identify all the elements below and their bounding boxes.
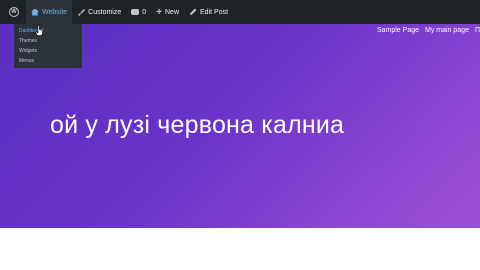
menu-item-themes[interactable]: Themes [14,36,82,46]
new-label: New [165,8,180,16]
hand-cursor-icon [35,25,43,36]
site-name-menu[interactable]: Website [26,0,73,24]
primary-navigation: Sample Page My main page П [377,27,480,34]
hero-title: ой у лузі червона калниа [50,111,345,139]
edit-post-link[interactable]: Edit Post [184,0,233,24]
wp-logo-menu[interactable]: W [4,0,26,24]
nav-item-truncated[interactable]: П [475,27,480,34]
menu-item-dashboard[interactable]: Dashboard [14,26,82,36]
nav-my-main-page[interactable]: My main page [425,27,469,34]
comments-count: 0 [142,8,147,16]
wordpress-logo-icon: W [9,7,19,17]
browser-viewport: W Website Customize 0 + New Edit Post Da… [0,0,480,228]
home-icon [31,8,39,16]
new-content-menu[interactable]: + New [151,0,184,24]
customize-link[interactable]: Customize [72,0,126,24]
brush-icon [78,9,86,16]
admin-bar: W Website Customize 0 + New Edit Post [0,0,480,24]
comment-icon [131,9,140,15]
menu-item-widgets[interactable]: Widgets [14,46,82,56]
pencil-icon [190,8,197,15]
site-name-label: Website [42,8,68,16]
comments-link[interactable]: 0 [126,0,151,24]
nav-sample-page[interactable]: Sample Page [377,27,419,34]
menu-item-menus[interactable]: Menus [14,56,82,66]
plus-icon: + [156,6,162,18]
customize-label: Customize [88,8,122,16]
site-name-dropdown: Dashboard Themes Widgets Menus [14,24,82,68]
edit-post-label: Edit Post [200,8,229,16]
